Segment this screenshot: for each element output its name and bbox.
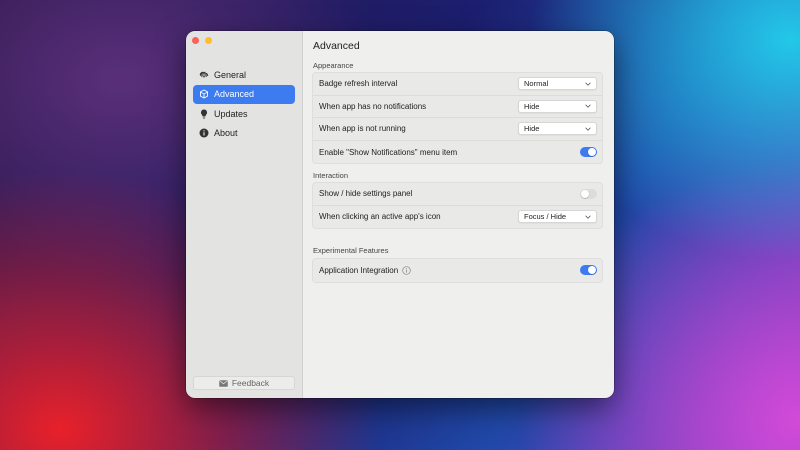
active-app-click-select[interactable]: Focus / Hide (518, 210, 597, 224)
application-integration-toggle[interactable] (580, 265, 597, 276)
active-app-click-row: When clicking an active app's icon Focus… (313, 206, 602, 229)
select-value: Normal (524, 79, 549, 89)
sidebar: General Advanced Updates About Feedback (186, 31, 303, 398)
window-controls (192, 37, 212, 44)
chevron-down-icon (585, 82, 591, 86)
sidebar-item-advanced[interactable]: Advanced (193, 84, 295, 104)
close-button[interactable] (192, 37, 199, 44)
feedback-button[interactable]: Feedback (193, 376, 295, 390)
cube-icon (199, 89, 209, 99)
settings-window: General Advanced Updates About Feedback … (186, 31, 614, 398)
sidebar-nav: General Advanced Updates About (193, 65, 295, 143)
select-value: Hide (524, 124, 540, 134)
row-label: Application Integration (319, 265, 399, 275)
chevron-down-icon (585, 127, 591, 131)
appearance-group: Badge refresh interval Normal When app h… (312, 72, 603, 165)
feedback-label: Feedback (231, 378, 270, 388)
show-notifications-menu-row: Enable "Show Notifications" menu item (313, 141, 602, 164)
row-label: When app is not running (319, 124, 406, 134)
row-label: Show / hide settings panel (319, 189, 413, 199)
section-label-appearance: Appearance (313, 61, 354, 70)
settings-panel-toggle[interactable] (580, 188, 597, 199)
sidebar-item-general[interactable]: General (193, 65, 295, 84)
experimental-group: Application Integration (312, 258, 603, 283)
sidebar-item-updates[interactable]: Updates (193, 104, 295, 123)
minimize-button[interactable] (205, 37, 212, 44)
settings-panel-row: Show / hide settings panel (313, 183, 602, 206)
sidebar-item-label: General (214, 69, 247, 80)
row-label-wrap: Application Integration (319, 266, 411, 275)
no-notifications-row: When app has no notifications Hide (313, 96, 602, 119)
gear-icon (199, 70, 209, 80)
not-running-row: When app is not running Hide (313, 118, 602, 141)
application-integration-row: Application Integration (313, 259, 602, 282)
row-label: When clicking an active app's icon (319, 212, 441, 222)
section-label-interaction: Interaction (313, 171, 349, 180)
badge-refresh-row: Badge refresh interval Normal (313, 73, 602, 96)
page-title: Advanced (313, 40, 360, 52)
not-running-select[interactable]: Hide (518, 122, 597, 136)
lightbulb-icon (199, 109, 209, 119)
main-panel: Advanced Appearance Badge refresh interv… (303, 31, 614, 398)
row-label: Badge refresh interval (319, 79, 398, 89)
select-value: Focus / Hide (524, 212, 567, 222)
show-notifications-menu-toggle[interactable] (580, 147, 597, 158)
info-circle-icon[interactable] (402, 266, 411, 275)
select-value: Hide (524, 101, 540, 111)
chevron-down-icon (585, 104, 591, 109)
row-label: When app has no notifications (319, 101, 427, 111)
row-label: Enable "Show Notifications" menu item (319, 147, 458, 157)
interaction-group: Show / hide settings panel When clicking… (312, 182, 603, 230)
sidebar-item-label: Advanced (214, 89, 255, 100)
info-icon (199, 128, 209, 138)
section-label-experimental: Experimental Features (313, 246, 389, 255)
sidebar-item-label: About (214, 128, 238, 139)
envelope-icon (219, 379, 228, 387)
sidebar-item-label: Updates (214, 108, 248, 119)
chevron-down-icon (585, 215, 591, 219)
no-notifications-select[interactable]: Hide (518, 99, 597, 113)
sidebar-item-about[interactable]: About (193, 124, 295, 143)
badge-refresh-select[interactable]: Normal (518, 77, 597, 91)
